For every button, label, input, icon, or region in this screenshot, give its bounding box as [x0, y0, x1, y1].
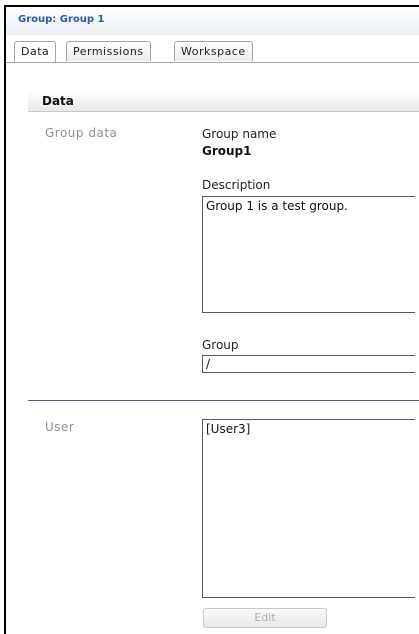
- tab-panel-data: Data Group data Group name Group1 Descri…: [14, 63, 419, 634]
- tab-workspace[interactable]: Workspace: [174, 41, 253, 61]
- group-data-section-label: Group data: [45, 126, 118, 140]
- group-name-value: Group1: [202, 144, 252, 158]
- window: Group: Group 1 Data Permissions Workspac…: [4, 5, 419, 634]
- user-section-label: User: [45, 420, 75, 434]
- section-header: Data: [28, 90, 419, 112]
- description-label: Description: [202, 178, 271, 192]
- user-list-item[interactable]: [User3]: [206, 422, 412, 436]
- tab-permissions[interactable]: Permissions: [66, 41, 151, 61]
- description-textarea[interactable]: Group 1 is a test group.: [202, 196, 415, 313]
- window-title: Group: Group 1: [18, 14, 105, 25]
- edit-button[interactable]: Edit: [203, 608, 327, 628]
- tab-bar: Data Permissions Workspace: [14, 41, 419, 63]
- title-bar: Group: Group 1: [6, 7, 419, 35]
- tab-data[interactable]: Data: [14, 41, 57, 63]
- group-input[interactable]: /: [202, 355, 415, 373]
- section-divider: [28, 400, 419, 401]
- group-name-label: Group name: [202, 127, 277, 141]
- user-list[interactable]: [User3]: [202, 419, 415, 598]
- group-label: Group: [202, 338, 239, 352]
